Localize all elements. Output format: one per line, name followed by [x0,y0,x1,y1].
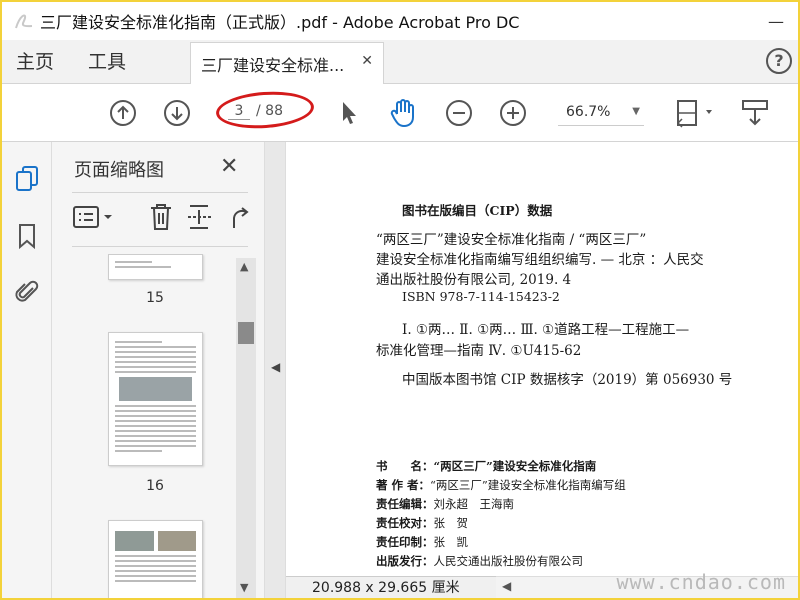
collapse-panel-icon[interactable]: ◀ [271,360,280,374]
scroll-down-icon[interactable]: ▼ [240,581,248,594]
main-toolbar: 3 / 88 66.7% ▼ [2,84,798,142]
bookmarks-icon[interactable] [13,222,41,250]
rotate-page-icon[interactable] [228,202,252,236]
thumbnail-panel: 页面缩略图 ✕ 15 16 [52,142,264,598]
panel-title: 页面缩略图 [74,160,164,181]
extract-page-icon[interactable] [186,202,214,236]
document-tab-label: 三厂建设安全标准... [201,55,345,75]
tab-home[interactable]: 主页 [16,40,54,84]
document-view[interactable]: 图书在版编目（CIP）数据 “两区三厂”建设安全标准化指南 / “两区三厂” 建… [286,142,798,598]
page-number-label: 15 [146,290,164,306]
options-menu-icon[interactable] [72,204,116,234]
zoom-in-icon[interactable] [496,96,530,130]
page-thumbnail-16[interactable] [108,332,203,466]
scroll-left-icon[interactable]: ◀ [502,579,511,593]
cip-line: 中国版本图书馆 CIP 数据核字（2019）第 056930 号 [402,372,733,388]
title-bar: 三厂建设安全标准化指南（正式版）.pdf - Adobe Acrobat Pro… [2,2,798,40]
zoom-level-select[interactable]: 66.7% ▼ [558,102,644,126]
page-thumbnails-icon[interactable] [13,164,41,192]
chevron-down-icon: ▼ [632,106,640,117]
delete-page-icon[interactable] [148,202,174,236]
select-tool-icon[interactable] [332,96,366,130]
scroll-up-icon[interactable]: ▲ [240,260,248,273]
thumbnail-photo [119,377,192,401]
zoom-out-icon[interactable] [442,96,476,130]
help-icon[interactable]: ? [766,48,792,74]
cip-line: 通出版社股份有限公司, 2019. 4 [376,272,572,288]
credit-line: 责任校对：张 贺 [376,516,468,530]
page-number-label: 16 [146,478,164,494]
minimize-button[interactable]: — [754,2,798,40]
close-panel-icon[interactable]: ✕ [220,154,238,179]
divider [72,192,248,193]
tab-tools[interactable]: 工具 [88,40,126,84]
credit-line: 责任印制：张 凯 [376,535,468,549]
window-title: 三厂建设安全标准化指南（正式版）.pdf - Adobe Acrobat Pro… [40,13,520,32]
thumbnail-photo [115,531,154,551]
credit-line: 著 作 者：“两区三厂”建设安全标准化指南编写组 [376,478,626,492]
thumbnail-list: 15 16 [72,254,236,598]
cip-line: 标准化管理—指南 Ⅳ. ①U415-62 [376,343,582,359]
page-thumbnail-17[interactable] [108,520,203,598]
acrobat-app-icon[interactable] [10,7,38,35]
panel-splitter[interactable]: ◀ [264,142,286,598]
page-thumbnail-15[interactable] [108,254,203,280]
attachments-icon[interactable] [13,278,41,306]
watermark: www.cndao.com [616,570,786,594]
divider [72,246,248,247]
tab-bar: 主页 工具 三厂建设安全标准... ✕ ? [2,40,798,84]
credit-line: 出版发行：人民交通出版社股份有限公司 [376,554,583,568]
scroll-mode-icon[interactable] [738,96,772,130]
close-tab-icon[interactable]: ✕ [361,53,373,69]
page-size-status: 20.988 x 29.665 厘米 [286,576,496,598]
cip-line: “两区三厂”建设安全标准化指南 / “两区三厂” [376,232,647,248]
cip-heading: 图书在版编目（CIP）数据 [402,203,553,218]
cip-line: 建设安全标准化指南编写组组织编写. — 北京 ：人民交 [376,252,704,268]
thumbnail-toolbar [72,200,252,236]
navigation-rail [2,142,52,598]
previous-page-icon[interactable] [106,96,140,130]
thumbnail-photo [157,531,196,551]
cip-line: Ⅰ. ①两… Ⅱ. ①两… Ⅲ. ①道路工程—工程施工— [402,322,690,338]
credit-line: 责任编辑：刘永超 王海南 [376,497,514,511]
fit-page-icon[interactable] [668,96,716,130]
cip-line: ISBN 978-7-114-15423-2 [402,289,560,304]
tab-document[interactable]: 三厂建设安全标准... ✕ [190,42,384,84]
next-page-icon[interactable] [160,96,194,130]
thumbnail-scrollbar[interactable]: ▲ ▼ [236,258,256,598]
credit-line: 书 名：“两区三厂”建设安全标准化指南 [376,459,597,473]
zoom-level-value: 66.7% [566,104,611,120]
scrollbar-thumb[interactable] [238,322,254,344]
hand-tool-icon[interactable] [386,96,420,130]
